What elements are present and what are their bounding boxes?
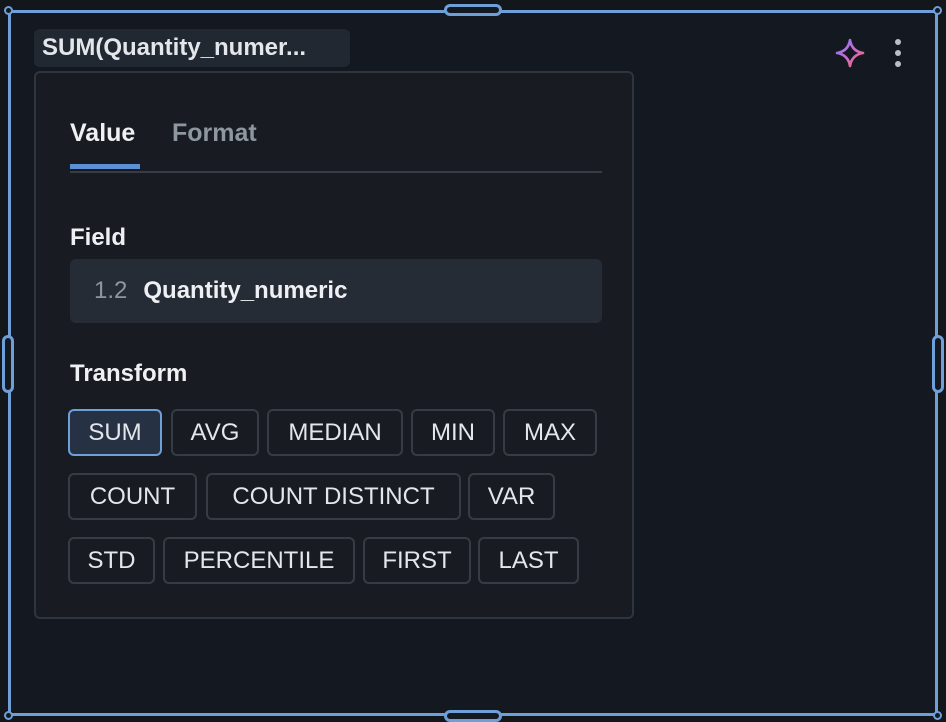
widget-title[interactable]: SUM(Quantity_numer... [34, 29, 350, 67]
transform-option-count-distinct[interactable]: COUNT DISTINCT [206, 473, 461, 520]
transform-option-last[interactable]: LAST [478, 537, 579, 584]
transform-option-max[interactable]: MAX [503, 409, 597, 456]
transform-option-sum[interactable]: SUM [68, 409, 162, 456]
resize-handle-bottom-left[interactable] [4, 711, 13, 720]
resize-handle-top[interactable] [444, 4, 502, 16]
value-popover: Value Format Field 1.2 Quantity_numeric … [34, 71, 634, 619]
kebab-menu-icon[interactable] [886, 36, 910, 70]
resize-handle-top-right[interactable] [933, 6, 942, 15]
transform-option-std[interactable]: STD [68, 537, 155, 584]
resize-handle-right[interactable] [932, 335, 944, 393]
popover-tabs: Value Format [70, 107, 602, 173]
transform-option-median[interactable]: MEDIAN [267, 409, 403, 456]
tab-value[interactable]: Value [70, 119, 135, 148]
transform-option-min[interactable]: MIN [411, 409, 495, 456]
transform-option-first[interactable]: FIRST [363, 537, 471, 584]
active-tab-indicator [70, 164, 140, 169]
resize-handle-top-left[interactable] [4, 6, 13, 15]
tab-format[interactable]: Format [172, 119, 257, 148]
field-selector[interactable]: 1.2 Quantity_numeric [70, 259, 602, 323]
transform-section-label: Transform [70, 360, 188, 387]
transform-option-count[interactable]: COUNT [68, 473, 197, 520]
numeric-type-icon: 1.2 [94, 277, 128, 304]
transform-option-percentile[interactable]: PERCENTILE [163, 537, 355, 584]
resize-handle-bottom-right[interactable] [933, 711, 942, 720]
transform-option-avg[interactable]: AVG [171, 409, 259, 456]
transform-option-var[interactable]: VAR [468, 473, 555, 520]
resize-handle-left[interactable] [2, 335, 14, 393]
field-section-label: Field [70, 224, 127, 251]
resize-handle-bottom[interactable] [444, 710, 502, 722]
field-name: Quantity_numeric [143, 277, 348, 304]
sparkle-icon[interactable] [834, 37, 866, 69]
